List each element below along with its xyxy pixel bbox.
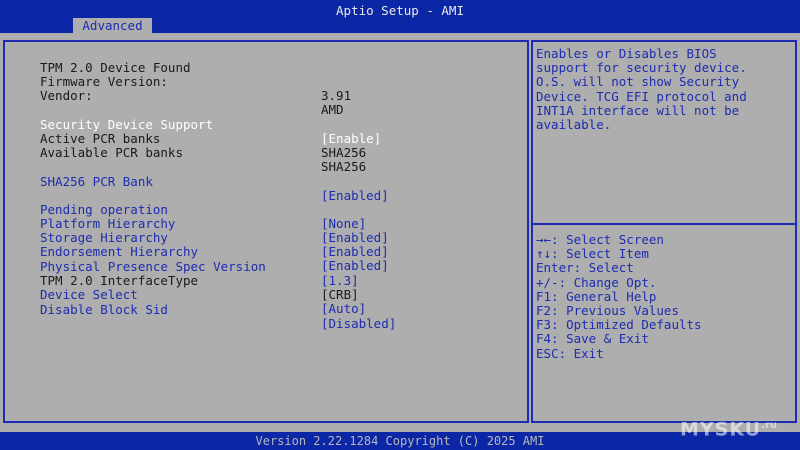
help-line: available.: [536, 117, 612, 133]
watermark-text: MYSKU: [680, 418, 762, 441]
help-line: support for security device.: [536, 60, 747, 76]
help-description: Enables or Disables BIOS support for sec…: [536, 46, 786, 133]
key-change-opt: +/-: Change Opt.: [536, 274, 657, 290]
help-line: O.S. will not show Security: [536, 74, 740, 90]
disable-block-sid-row[interactable]: Disable Block Sid [Disabled]: [40, 289, 396, 332]
key-esc-exit: ESC: Exit: [536, 345, 604, 361]
disable-block-sid-value[interactable]: [Disabled]: [321, 317, 396, 331]
key-select-item: ↑↓: Select Item: [536, 246, 649, 262]
watermark-logo: MYSKU.ru: [680, 418, 778, 441]
help-line: Enables or Disables BIOS: [536, 46, 717, 61]
help-line: Device. TCG EFI protocol and: [536, 88, 747, 104]
endorsement-hierarchy-label[interactable]: Endorsement Hierarchy: [40, 245, 198, 259]
sha256-pcr-bank-value[interactable]: [Enabled]: [321, 189, 389, 203]
key-general-help: F1: General Help: [536, 288, 657, 304]
available-pcr-banks-value: SHA256: [321, 159, 367, 175]
device-select-value[interactable]: [Auto]: [321, 302, 366, 316]
sha256-pcr-bank-label[interactable]: SHA256 PCR Bank: [40, 175, 153, 189]
help-line: INT1A interface will not be: [536, 102, 740, 118]
key-enter-select: Enter: Select: [536, 260, 634, 276]
key-save-exit: F4: Save & Exit: [536, 331, 649, 347]
tab-advanced[interactable]: Advanced: [73, 18, 152, 33]
available-pcr-banks-label: Available PCR banks: [40, 145, 183, 161]
endorsement-hierarchy-value[interactable]: [Enabled]: [321, 259, 389, 273]
vendor-value: AMD: [321, 102, 344, 118]
vendor-label: Vendor:: [40, 88, 93, 104]
key-legend: →←: Select Screen ↑↓: Select Item Enter:…: [536, 232, 702, 361]
app-title: Aptio Setup - AMI: [336, 3, 464, 18]
key-previous-values: F2: Previous Values: [536, 303, 679, 319]
watermark-suffix: .ru: [761, 420, 778, 431]
help-divider: [533, 223, 795, 225]
key-optimized-defaults: F3: Optimized Defaults: [536, 317, 702, 333]
key-select-screen: →←: Select Screen: [536, 232, 664, 247]
disable-block-sid-label[interactable]: Disable Block Sid: [40, 303, 168, 317]
